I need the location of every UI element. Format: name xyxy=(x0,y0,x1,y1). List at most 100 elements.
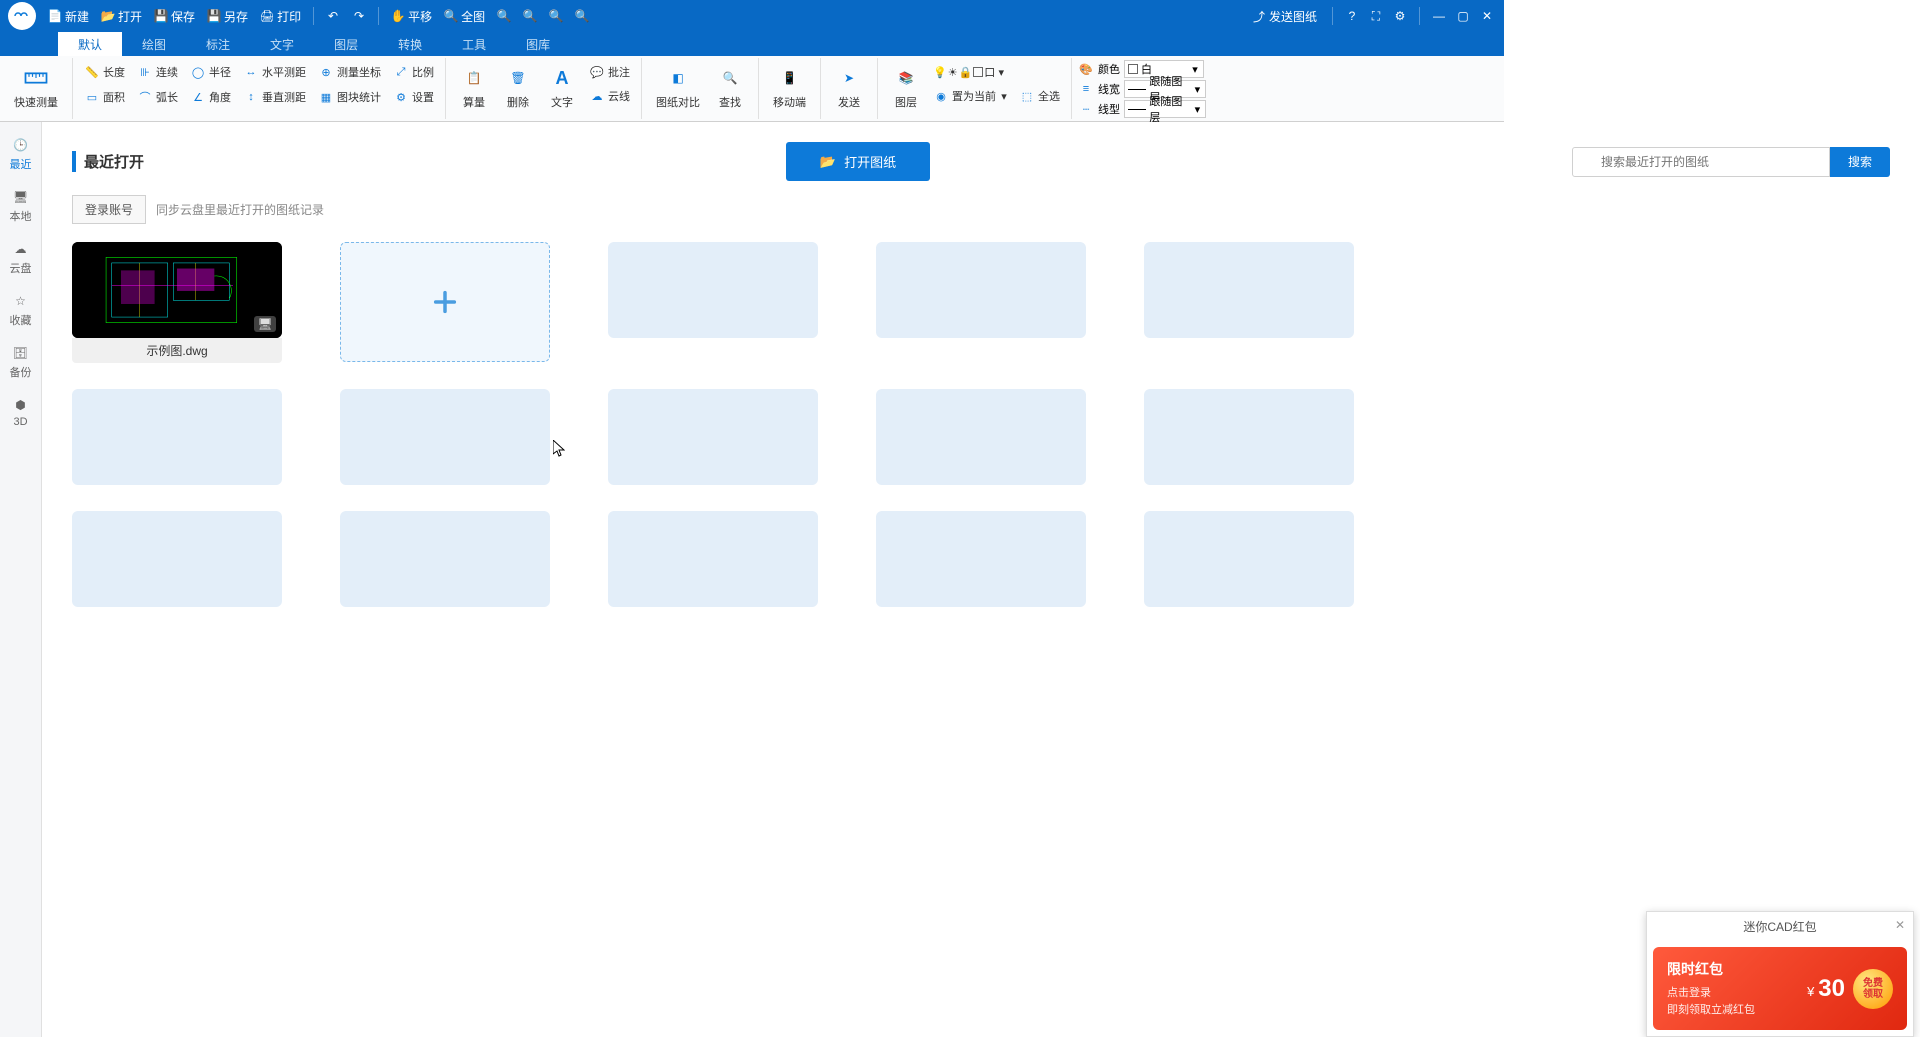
sidebar-item-backup[interactable]: 🗄备份 xyxy=(0,338,41,386)
chevron-down-icon[interactable]: ▾ xyxy=(996,66,1006,79)
btn-scale[interactable]: ⤢比例 xyxy=(388,60,439,84)
btn-find[interactable]: 🔍查找 xyxy=(708,60,752,114)
btn-mobile[interactable]: 📱移动端 xyxy=(765,60,814,114)
btn-length[interactable]: 📏长度 xyxy=(79,60,130,84)
section-title: 最近打开 xyxy=(72,151,144,172)
qat-save[interactable]: 💾保存 xyxy=(150,6,199,27)
btn-settings[interactable]: ⚙设置 xyxy=(388,85,439,109)
qat-zoom1[interactable]: 🔍 xyxy=(493,7,515,25)
popup-title-bar: 迷你CAD红包 ✕ xyxy=(1647,912,1913,941)
btn-angle[interactable]: ∠角度 xyxy=(185,85,236,109)
btn-arc[interactable]: ⌒弧长 xyxy=(132,85,183,109)
sidebar-item-3d[interactable]: ⬢3D xyxy=(0,390,41,434)
tab-tools[interactable]: 工具 xyxy=(442,32,506,56)
hand-icon: ✋ xyxy=(391,9,405,23)
close-button[interactable]: ✕ xyxy=(1478,7,1496,25)
layer-toggles[interactable]: 💡 ☀ 🔒 口 ▾ xyxy=(928,60,1065,84)
btn-send[interactable]: ➤发送 xyxy=(827,60,871,114)
qat-print[interactable]: 🖨打印 xyxy=(256,6,305,27)
btn-calc[interactable]: 📋算量 xyxy=(452,60,496,114)
settings-button[interactable]: ⚙ xyxy=(1391,7,1409,25)
btn-cloud-line[interactable]: ☁云线 xyxy=(584,84,635,108)
btn-delete[interactable]: 🗑删除 xyxy=(496,60,540,114)
linetype-select[interactable]: 跟随图层 ▾ xyxy=(1124,100,1206,118)
send-drawing[interactable]: ⤴发送图纸 xyxy=(1247,6,1322,27)
sidebar-item-cloud[interactable]: ☁云盘 xyxy=(0,234,41,282)
send-icon: ➤ xyxy=(835,64,863,92)
lock-icon[interactable]: 🔒 xyxy=(959,66,973,79)
light-icon[interactable]: 💡 xyxy=(933,66,947,79)
btn-compare[interactable]: ◧图纸对比 xyxy=(648,60,708,114)
tab-text[interactable]: 文字 xyxy=(250,32,314,56)
close-icon: ✕ xyxy=(1895,918,1905,932)
fullscreen-button[interactable]: ⛶ xyxy=(1367,7,1385,25)
tab-annotate[interactable]: 标注 xyxy=(186,32,250,56)
separator xyxy=(313,7,314,25)
ribbon-group-properties: 🎨 颜色 白 ▾ ≡ 线宽 跟随图层 ▾ ┄ 线型 跟随图层 ▾ xyxy=(1072,58,1212,119)
tab-draw[interactable]: 绘图 xyxy=(122,32,186,56)
share-icon: ⤴ xyxy=(1252,9,1266,23)
vdist-icon: ↕ xyxy=(243,89,259,105)
qat-zoom3[interactable]: 🔍 xyxy=(545,7,567,25)
login-row: 登录账号 同步云盘里最近打开的图纸记录 xyxy=(72,195,1890,224)
popup-body[interactable]: 限时红包 点击登录 即刻领取立减红包 ¥ 30 免费 领取 xyxy=(1653,947,1907,1030)
btn-area[interactable]: ▭面积 xyxy=(79,85,130,109)
calc-icon: 📋 xyxy=(460,64,488,92)
quick-measure-button[interactable]: 快速测量 xyxy=(6,60,66,114)
qat-open[interactable]: 📂打开 xyxy=(97,6,146,27)
btn-vdist[interactable]: ↕垂直测距 xyxy=(238,85,311,109)
placeholder-card xyxy=(876,242,1086,338)
qat-new[interactable]: 📄新建 xyxy=(44,6,93,27)
btn-batch-annotate[interactable]: 💬批注 xyxy=(584,60,635,84)
qat-undo[interactable]: ↶ xyxy=(322,7,344,25)
btn-blockstat[interactable]: ▦图块统计 xyxy=(313,85,386,109)
search-input[interactable] xyxy=(1572,147,1830,177)
sidebar-item-local[interactable]: 🖥本地 xyxy=(0,182,41,230)
continuous-icon: ⊪ xyxy=(137,64,153,80)
area-icon: ▭ xyxy=(84,89,100,105)
folder-open-icon: 📂 xyxy=(101,9,115,23)
sun-icon[interactable]: ☀ xyxy=(948,66,958,79)
clock-icon: 🕒 xyxy=(12,136,30,154)
help-icon: ? xyxy=(1349,9,1356,23)
search-button[interactable]: 搜索 xyxy=(1830,147,1890,177)
btn-selectall[interactable]: ⬚全选 xyxy=(1014,84,1065,108)
btn-setcurrent[interactable]: ◉置为当前▾ xyxy=(928,84,1014,108)
qat-redo[interactable]: ↷ xyxy=(348,7,370,25)
qat-pan[interactable]: ✋平移 xyxy=(387,6,436,27)
placeholder-card xyxy=(876,511,1086,607)
cube-icon: ⬢ xyxy=(12,396,30,414)
separator xyxy=(1419,7,1420,25)
btn-radius[interactable]: ◯半径 xyxy=(185,60,236,84)
placeholder-card xyxy=(72,511,282,607)
qat-saveas[interactable]: 💾另存 xyxy=(203,6,252,27)
btn-layer[interactable]: 📚图层 xyxy=(884,60,928,114)
help-button[interactable]: ? xyxy=(1343,7,1361,25)
btn-hdist[interactable]: ↔水平测距 xyxy=(238,60,311,84)
box-icon[interactable] xyxy=(973,67,983,77)
btn-text[interactable]: A文字 xyxy=(540,60,584,114)
tab-library[interactable]: 图库 xyxy=(506,32,570,56)
ribbon-group-mobile: 📱移动端 xyxy=(759,58,821,119)
qat-zoomfit[interactable]: 🔍全图 xyxy=(440,6,489,27)
qat-zoom4[interactable]: 🔍 xyxy=(571,7,593,25)
sidebar-item-fav[interactable]: ☆收藏 xyxy=(0,286,41,334)
tab-layer[interactable]: 图层 xyxy=(314,32,378,56)
sidebar-item-recent[interactable]: 🕒最近 xyxy=(0,130,41,178)
file-card[interactable]: 🖥 示例图.dwg xyxy=(72,242,282,363)
popup-close-button[interactable]: ✕ xyxy=(1895,918,1905,932)
tab-default[interactable]: 默认 xyxy=(58,32,122,56)
maximize-button[interactable]: ▢ xyxy=(1454,7,1472,25)
minimize-button[interactable]: — xyxy=(1430,7,1448,25)
btn-coord[interactable]: ⊕测量坐标 xyxy=(313,60,386,84)
zoom-out-icon: 🔍 xyxy=(549,9,563,23)
popup-coin-button[interactable]: 免费 领取 xyxy=(1853,969,1893,1009)
qat-zoom2[interactable]: 🔍 xyxy=(519,7,541,25)
btn-continuous[interactable]: ⊪连续 xyxy=(132,60,183,84)
open-drawing-button[interactable]: 📂 打开图纸 xyxy=(786,142,930,181)
tab-convert[interactable]: 转换 xyxy=(378,32,442,56)
file-thumbnail: 🖥 xyxy=(72,242,282,338)
add-card[interactable] xyxy=(340,242,550,362)
text-icon: A xyxy=(548,64,576,92)
login-button[interactable]: 登录账号 xyxy=(72,195,146,224)
